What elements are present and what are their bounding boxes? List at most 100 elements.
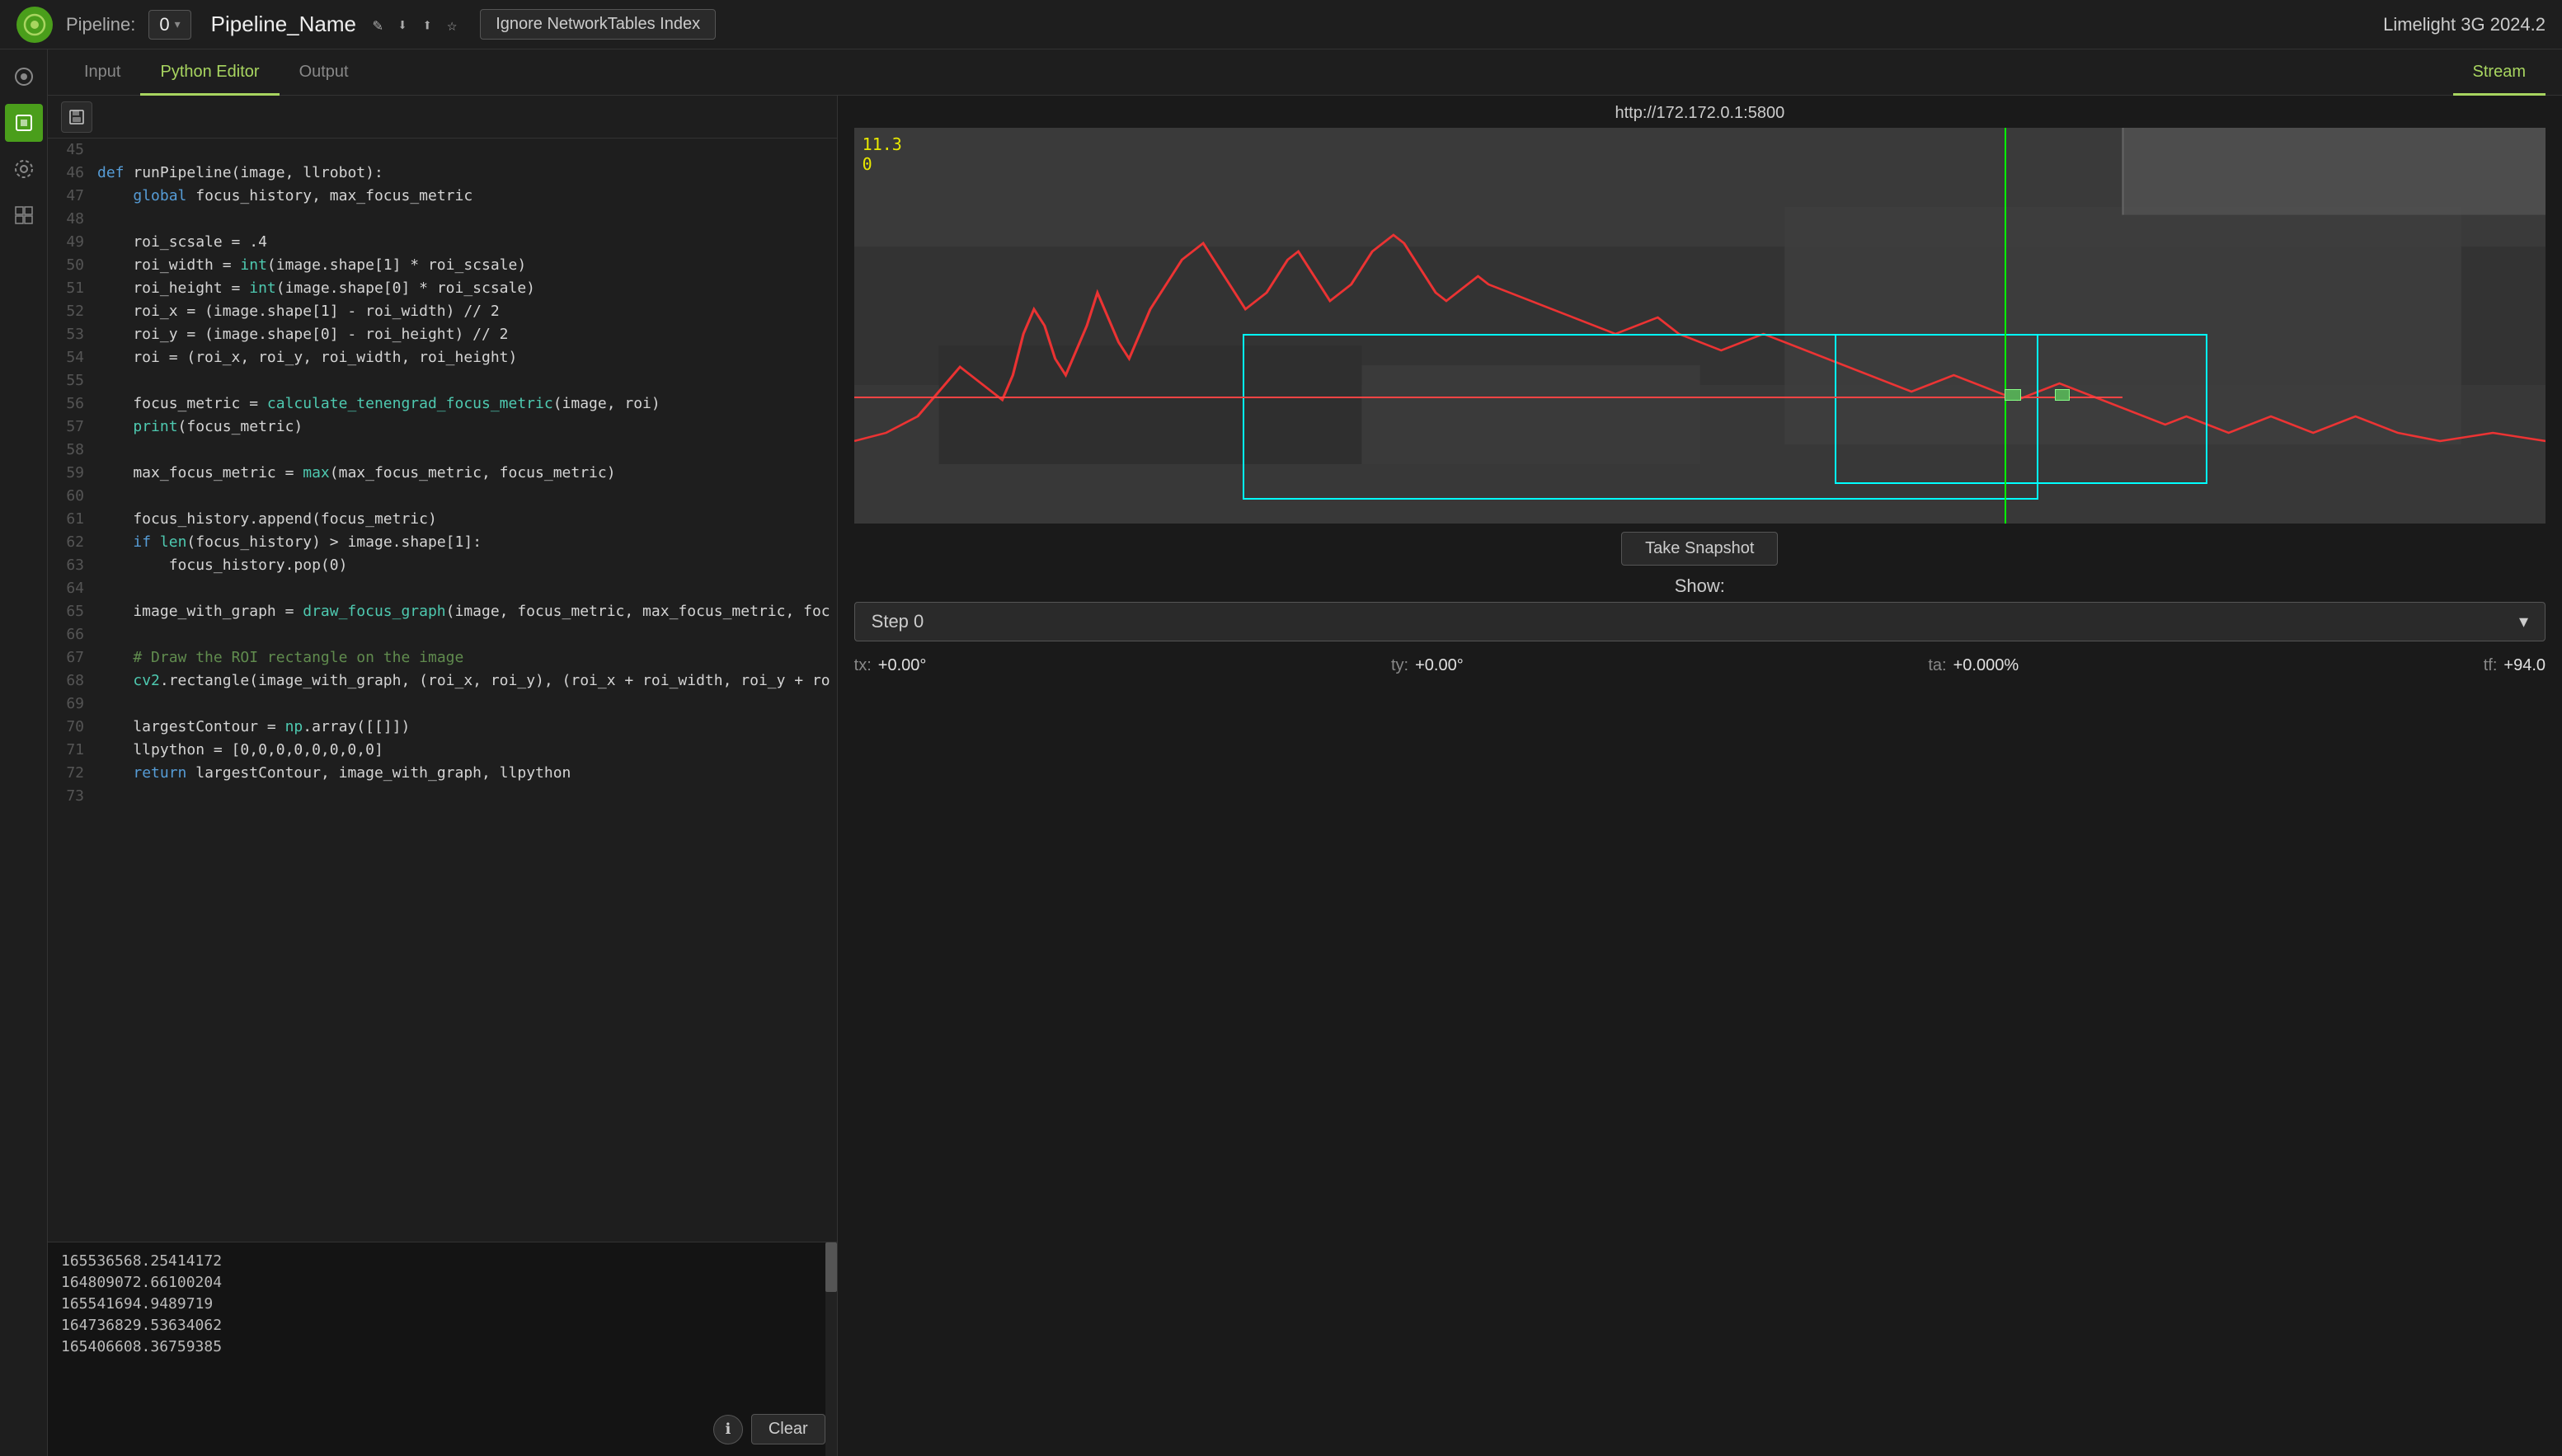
tab-stream[interactable]: Stream <box>2453 50 2546 96</box>
line-number: 46 <box>48 162 97 185</box>
line-number: 50 <box>48 254 97 277</box>
sidebar-item-settings[interactable] <box>5 150 43 188</box>
line-number: 67 <box>48 646 97 669</box>
line-content: global focus_history, max_focus_metric <box>97 185 837 208</box>
code-line: 73 <box>48 785 837 808</box>
line-number: 47 <box>48 185 97 208</box>
download-icon[interactable]: ⬇ <box>394 12 411 38</box>
line-number: 69 <box>48 693 97 716</box>
sidebar-item-vision[interactable] <box>5 104 43 142</box>
console-line: 165536568.25414172 <box>61 1251 824 1272</box>
line-number: 59 <box>48 462 97 485</box>
content-area: 4546def runPipeline(image, llrobot):47 g… <box>48 96 2562 1456</box>
code-editor[interactable]: 4546def runPipeline(image, llrobot):47 g… <box>48 139 837 1242</box>
line-number: 61 <box>48 508 97 531</box>
metric-tf: tf: +94.0 <box>2484 656 2546 675</box>
line-content: cv2.rectangle(image_with_graph, (roi_x, … <box>97 669 837 693</box>
line-number: 55 <box>48 369 97 392</box>
sidebar-item-grid[interactable] <box>5 196 43 234</box>
code-line: 68 cv2.rectangle(image_with_graph, (roi_… <box>48 669 837 693</box>
line-number: 64 <box>48 577 97 600</box>
line-number: 45 <box>48 139 97 162</box>
python-editor-panel: 4546def runPipeline(image, llrobot):47 g… <box>48 96 838 1456</box>
line-number: 54 <box>48 346 97 369</box>
code-line: 62 if len(focus_history) > image.shape[1… <box>48 531 837 554</box>
code-line: 47 global focus_history, max_focus_metri… <box>48 185 837 208</box>
console-area: 165536568.25414172164809072.661002041655… <box>48 1242 837 1456</box>
target-box-1 <box>2005 389 2021 401</box>
code-line: 52 roi_x = (image.shape[1] - roi_width) … <box>48 300 837 323</box>
code-line: 70 largestContour = np.array([[]]) <box>48 716 837 739</box>
line-content: roi = (roi_x, roi_y, roi_width, roi_heig… <box>97 346 837 369</box>
code-line: 67 # Draw the ROI rectangle on the image <box>48 646 837 669</box>
line-content: return largestContour, image_with_graph,… <box>97 762 837 785</box>
line-content: # Draw the ROI rectangle on the image <box>97 646 837 669</box>
line-content: image_with_graph = draw_focus_graph(imag… <box>97 600 837 623</box>
step-selector[interactable]: Step 0 ▾ <box>854 602 2546 641</box>
line-number: 65 <box>48 600 97 623</box>
pipeline-label: Pipeline: <box>66 14 135 35</box>
code-line: 58 <box>48 439 837 462</box>
edit-icon[interactable]: ✎ <box>369 12 386 38</box>
line-number: 66 <box>48 623 97 646</box>
code-line: 50 roi_width = int(image.shape[1] * roi_… <box>48 254 837 277</box>
line-content: def runPipeline(image, llrobot): <box>97 162 837 185</box>
code-line: 65 image_with_graph = draw_focus_graph(i… <box>48 600 837 623</box>
tab-python-editor[interactable]: Python Editor <box>140 50 279 96</box>
upload-icon[interactable]: ⬆ <box>419 12 435 38</box>
code-line: 71 llpython = [0,0,0,0,0,0,0,0] <box>48 739 837 762</box>
take-snapshot-button[interactable]: Take Snapshot <box>1621 532 1778 566</box>
line-content: max_focus_metric = max(max_focus_metric,… <box>97 462 837 485</box>
console-clear-button[interactable]: Clear <box>751 1414 825 1444</box>
line-number: 60 <box>48 485 97 508</box>
stream-image: 11.3 0 <box>854 128 2546 524</box>
code-line: 57 print(focus_metric) <box>48 416 837 439</box>
line-number: 71 <box>48 739 97 762</box>
line-content: print(focus_metric) <box>97 416 837 439</box>
topbar-icons: ✎ ⬇ ⬆ ☆ <box>369 12 460 38</box>
scrollbar-thumb[interactable] <box>825 1242 837 1292</box>
ignore-networktables-button[interactable]: Ignore NetworkTables Index <box>480 9 716 40</box>
tab-output[interactable]: Output <box>280 50 369 96</box>
topbar: Pipeline: 0 ▾ Pipeline_Name ✎ ⬇ ⬆ ☆ Igno… <box>0 0 2562 49</box>
line-content: roi_y = (image.shape[0] - roi_height) //… <box>97 323 837 346</box>
metric-tx: tx: +0.00° <box>854 656 927 675</box>
line-number: 68 <box>48 669 97 693</box>
star-icon[interactable]: ☆ <box>444 12 460 38</box>
line-number: 58 <box>48 439 97 462</box>
line-number: 49 <box>48 231 97 254</box>
code-line: 49 roi_scsale = .4 <box>48 231 837 254</box>
code-line: 64 <box>48 577 837 600</box>
console-info-button[interactable]: ℹ <box>713 1415 743 1444</box>
code-line: 69 <box>48 693 837 716</box>
scrollbar-track[interactable] <box>825 1242 837 1456</box>
line-number: 72 <box>48 762 97 785</box>
code-line: 59 max_focus_metric = max(max_focus_metr… <box>48 462 837 485</box>
code-line: 46def runPipeline(image, llrobot): <box>48 162 837 185</box>
code-line: 53 roi_y = (image.shape[0] - roi_height)… <box>48 323 837 346</box>
tab-input[interactable]: Input <box>64 50 140 96</box>
line-number: 53 <box>48 323 97 346</box>
stream-url: http://172.172.0.1:5800 <box>854 96 2546 128</box>
main-content: Input Python Editor Output Stream 4546de… <box>48 49 2562 1456</box>
console-line: 165406608.36759385 <box>61 1336 824 1358</box>
console-actions: ℹ Clear <box>713 1414 825 1444</box>
pipeline-selector[interactable]: 0 ▾ <box>148 10 190 40</box>
line-content: roi_x = (image.shape[1] - roi_width) // … <box>97 300 837 323</box>
code-line: 66 <box>48 623 837 646</box>
line-content: focus_history.pop(0) <box>97 554 837 577</box>
sidebar <box>0 49 48 1456</box>
metrics-row: tx: +0.00° ty: +0.00° ta: +0.000% tf: +9… <box>854 650 2546 682</box>
target-box-2 <box>2055 389 2070 401</box>
sidebar-item-home[interactable] <box>5 58 43 96</box>
line-number: 63 <box>48 554 97 577</box>
code-line: 61 focus_history.append(focus_metric) <box>48 508 837 531</box>
line-number: 56 <box>48 392 97 416</box>
code-line: 45 <box>48 139 837 162</box>
console-line: 165541694.9489719 <box>61 1294 824 1315</box>
code-line: 54 roi = (roi_x, roi_y, roi_width, roi_h… <box>48 346 837 369</box>
logo-icon <box>16 7 53 43</box>
line-content: llpython = [0,0,0,0,0,0,0,0] <box>97 739 837 762</box>
save-file-button[interactable] <box>61 101 92 133</box>
pipeline-name: Pipeline_Name <box>211 12 356 37</box>
